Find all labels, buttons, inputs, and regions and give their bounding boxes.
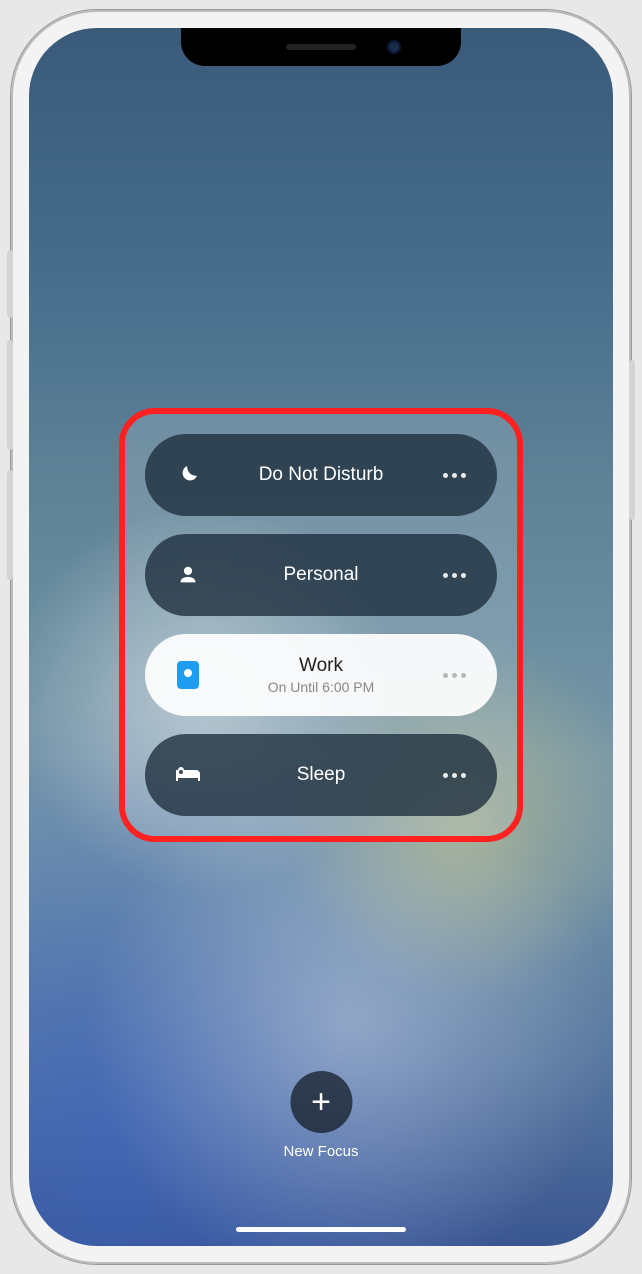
volume-up-button [7,340,13,450]
focus-item-label: Personal [205,564,437,586]
speaker-grille [286,44,356,50]
focus-item-work[interactable]: Work On Until 6:00 PM [145,634,497,716]
new-focus-label: New Focus [283,1143,358,1160]
focus-item-sleep[interactable]: Sleep [145,734,497,816]
plus-icon: + [311,1083,331,1122]
home-indicator[interactable] [236,1227,406,1232]
focus-item-personal[interactable]: Personal [145,534,497,616]
focus-item-label: Sleep [205,764,437,786]
focus-item-label: Work [205,655,437,677]
more-options-button[interactable] [437,773,471,778]
bed-icon [171,765,205,785]
focus-modes-panel: Do Not Disturb Personal Work [119,408,523,842]
badge-icon [171,661,205,689]
mute-switch [7,250,13,318]
new-focus: + New Focus [283,1071,358,1160]
new-focus-button[interactable]: + [290,1071,352,1133]
focus-item-status: On Until 6:00 PM [205,679,437,695]
front-camera [387,40,401,54]
moon-icon [171,463,205,487]
notch [181,28,461,66]
volume-down-button [7,470,13,580]
more-options-button[interactable] [437,573,471,578]
more-options-button[interactable] [437,473,471,478]
screen: Do Not Disturb Personal Work [29,28,613,1246]
focus-item-label: Do Not Disturb [205,464,437,486]
more-options-button[interactable] [437,673,471,678]
focus-item-do-not-disturb[interactable]: Do Not Disturb [145,434,497,516]
person-icon [171,564,205,586]
phone-frame: Do Not Disturb Personal Work [11,10,631,1264]
power-button [629,360,635,520]
